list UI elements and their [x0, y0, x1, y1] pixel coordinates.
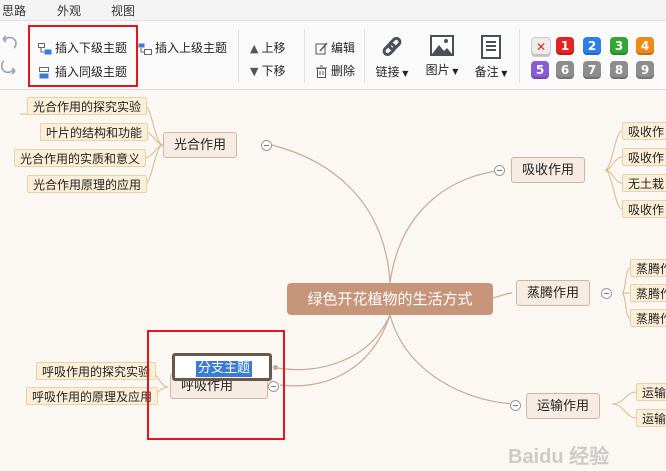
- collapse-toggle-icon[interactable]: [494, 165, 505, 176]
- leaf-topic[interactable]: 叶片的结构和功能: [40, 123, 149, 141]
- leaf-topic[interactable]: 光合作用原理的应用: [27, 175, 148, 193]
- leaf-topic[interactable]: 吸收作: [622, 200, 666, 218]
- leaf-topic[interactable]: 光合作用的探究实验: [27, 97, 148, 115]
- leaf-topic[interactable]: 蒸腾作: [630, 259, 666, 277]
- leaf-topic[interactable]: 蒸腾作: [630, 309, 666, 327]
- leaf-topic[interactable]: 呼吸作用的原理及应用: [26, 387, 159, 405]
- central-topic[interactable]: 绿色开花植物的生活方式: [287, 283, 493, 315]
- leaf-topic[interactable]: 无土栽: [622, 174, 666, 192]
- collapse-toggle-icon[interactable]: [510, 400, 521, 411]
- leaf-topic[interactable]: 光合作用的实质和意义: [14, 149, 147, 167]
- leaf-topic[interactable]: 运输: [636, 409, 666, 427]
- leaf-topic[interactable]: 吸收作: [622, 122, 666, 140]
- leaf-topic[interactable]: 呼吸作用的探究实验: [36, 362, 157, 380]
- collapse-toggle-icon[interactable]: [261, 140, 272, 151]
- collapse-toggle-icon[interactable]: [601, 288, 612, 299]
- branch-photosynthesis[interactable]: 光合作用: [163, 132, 238, 158]
- leaf-topic[interactable]: 蒸腾作: [630, 284, 666, 302]
- watermark-logo: Baidu 经验: [508, 446, 610, 468]
- leaf-topic[interactable]: 吸收作: [622, 148, 666, 166]
- branch-absorption[interactable]: 吸收作用: [511, 157, 586, 183]
- branch-transpiration[interactable]: 蒸腾作用: [516, 280, 591, 306]
- branch-transport[interactable]: 运输作用: [526, 393, 601, 419]
- highlight-box-edit: [147, 330, 285, 440]
- leaf-topic[interactable]: 运输: [636, 383, 666, 401]
